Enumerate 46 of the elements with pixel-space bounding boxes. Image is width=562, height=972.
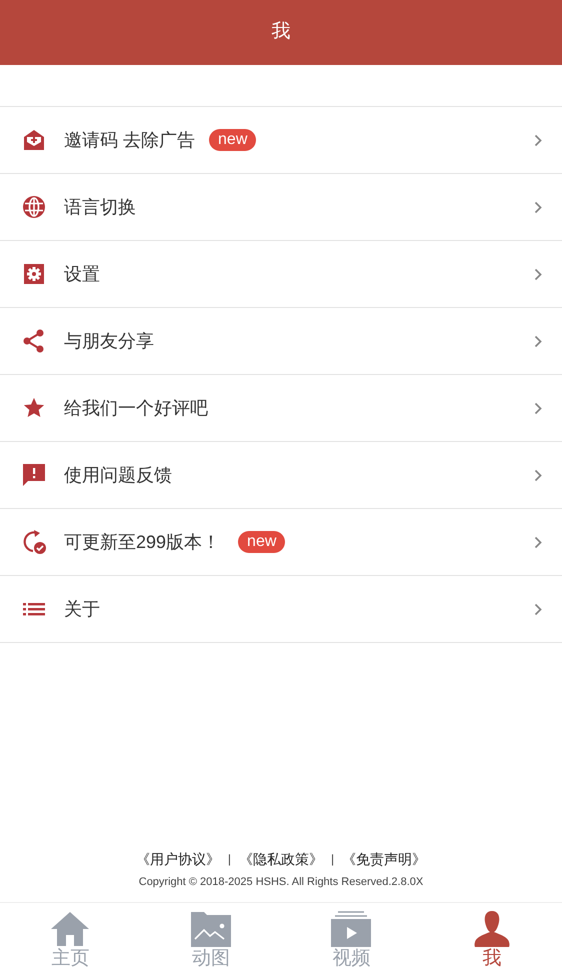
home-icon xyxy=(50,911,90,947)
menu-label: 与朋友分享 xyxy=(64,330,154,352)
chevron-right-icon xyxy=(534,200,542,214)
tab[interactable]: 我 xyxy=(422,903,562,972)
envelope-icon xyxy=(23,129,45,151)
separator: | xyxy=(331,851,334,868)
chevron-right-icon xyxy=(534,334,542,348)
policy-link[interactable]: 《用户协议》 xyxy=(136,848,220,870)
menu-item[interactable]: 给我们一个好评吧 xyxy=(0,375,562,442)
menu-label: 可更新至299版本！ xyxy=(64,530,220,554)
policy-link[interactable]: 《免责声明》 xyxy=(342,848,426,870)
menu-label: 语言切换 xyxy=(64,196,136,218)
menu-label: 邀请码 去除广告 xyxy=(64,128,196,152)
menu-item[interactable]: 与朋友分享 xyxy=(0,308,562,375)
video-folder-icon xyxy=(331,911,372,947)
image-folder-icon xyxy=(190,911,231,947)
globe-icon xyxy=(22,195,46,219)
menu-item[interactable]: 可更新至299版本！ new xyxy=(0,509,562,576)
menu-label: 关于 xyxy=(64,598,100,620)
chevron-right-icon xyxy=(534,536,542,548)
chevron-right-icon xyxy=(534,602,542,616)
page-title: 我 xyxy=(272,20,290,44)
menu-item[interactable]: 设置 xyxy=(0,241,562,308)
separator: | xyxy=(228,851,231,868)
person-icon xyxy=(474,911,510,947)
menu-item[interactable]: 使用问题反馈 xyxy=(0,442,562,509)
chevron-right-icon xyxy=(534,134,542,146)
settings-icon xyxy=(24,264,44,284)
refresh-check-icon xyxy=(22,530,46,554)
menu-item[interactable]: 语言切换 xyxy=(0,174,562,241)
menu-label: 给我们一个好评吧 xyxy=(64,396,208,420)
menu-label: 使用问题反馈 xyxy=(64,464,172,486)
chevron-right-icon xyxy=(534,268,542,280)
new-badge: new xyxy=(238,531,286,553)
alert-message-icon xyxy=(22,463,46,487)
copyright-text: Copyright © 2018-2025 HSHS. All Rights Reserved.2.8.0X xyxy=(138,874,424,890)
policy-link[interactable]: 《隐私政策》 xyxy=(239,848,323,870)
share-icon xyxy=(23,329,45,353)
list-icon xyxy=(23,601,45,617)
star-icon xyxy=(23,397,45,419)
new-badge: new xyxy=(209,129,256,151)
chevron-right-icon xyxy=(534,468,542,482)
chevron-right-icon xyxy=(534,402,542,414)
menu-item[interactable]: 邀请码 去除广告 new xyxy=(0,107,562,174)
menu-label: 设置 xyxy=(64,262,100,286)
menu-item[interactable]: 关于 xyxy=(0,576,562,643)
